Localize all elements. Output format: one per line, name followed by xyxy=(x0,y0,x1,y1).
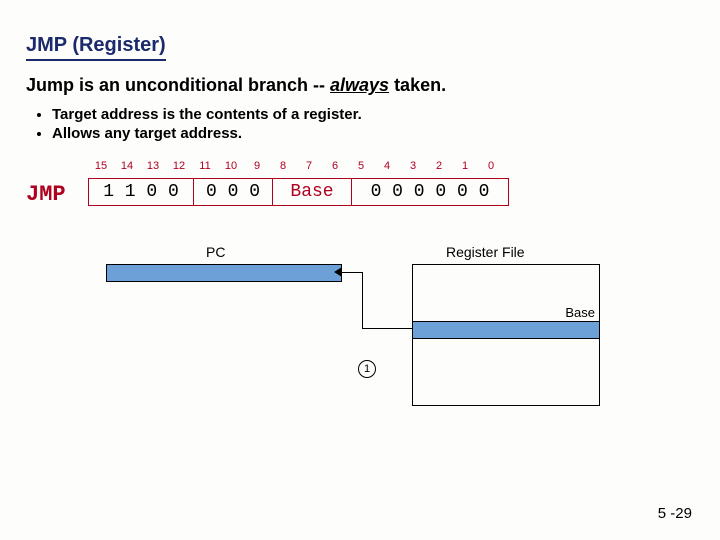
bit-index: 9 xyxy=(244,160,270,172)
bit-index: 3 xyxy=(400,160,426,172)
bit-index: 13 xyxy=(140,160,166,172)
enc-field-zero3: 0 0 0 xyxy=(194,179,273,206)
subtitle-emph: always xyxy=(330,75,389,95)
datapath-diagram: PC Register File Base 1 xyxy=(106,244,626,444)
slide-title: JMP (Register) xyxy=(26,34,166,61)
step-badge: 1 xyxy=(358,360,376,378)
bit-index: 0 xyxy=(478,160,504,172)
bit-index: 11 xyxy=(192,160,218,172)
bullet-item: Allows any target address. xyxy=(52,125,694,142)
register-file-base-label: Base xyxy=(565,305,595,320)
mnemonic: JMP xyxy=(26,182,66,207)
bit-index: 7 xyxy=(296,160,322,172)
page-number: 5 -29 xyxy=(658,505,692,522)
wire xyxy=(340,272,362,273)
bit-index: 10 xyxy=(218,160,244,172)
wire xyxy=(362,272,363,328)
arrowhead-icon xyxy=(334,267,342,277)
bit-index: 8 xyxy=(270,160,296,172)
register-file-label: Register File xyxy=(446,244,525,260)
enc-field-opcode: 1 1 0 0 xyxy=(89,179,194,206)
bit-index: 4 xyxy=(374,160,400,172)
bit-index: 14 xyxy=(114,160,140,172)
register-file-base-row xyxy=(413,321,599,339)
bit-index: 5 xyxy=(348,160,374,172)
subtitle-post: taken. xyxy=(389,75,446,95)
bit-index: 2 xyxy=(426,160,452,172)
enc-field-base: Base xyxy=(273,179,352,206)
bit-index: 6 xyxy=(322,160,348,172)
enc-field-zero6: 0 0 0 0 0 0 xyxy=(352,179,509,206)
register-file: Base xyxy=(412,264,600,406)
wire xyxy=(362,328,412,329)
subtitle: Jump is an unconditional branch -- alway… xyxy=(26,75,694,96)
bit-index: 12 xyxy=(166,160,192,172)
instruction-encoding: JMP 15 14 13 12 11 10 9 8 7 6 5 4 3 2 1 … xyxy=(26,160,694,220)
pc-register xyxy=(106,264,342,282)
bullet-list: Target address is the contents of a regi… xyxy=(52,106,694,142)
pc-label: PC xyxy=(206,244,225,260)
encoding-table: 1 1 0 0 0 0 0 Base 0 0 0 0 0 0 xyxy=(88,178,509,206)
subtitle-pre: Jump is an unconditional branch -- xyxy=(26,75,330,95)
bullet-item: Target address is the contents of a regi… xyxy=(52,106,694,123)
bit-index: 1 xyxy=(452,160,478,172)
bit-index: 15 xyxy=(88,160,114,172)
